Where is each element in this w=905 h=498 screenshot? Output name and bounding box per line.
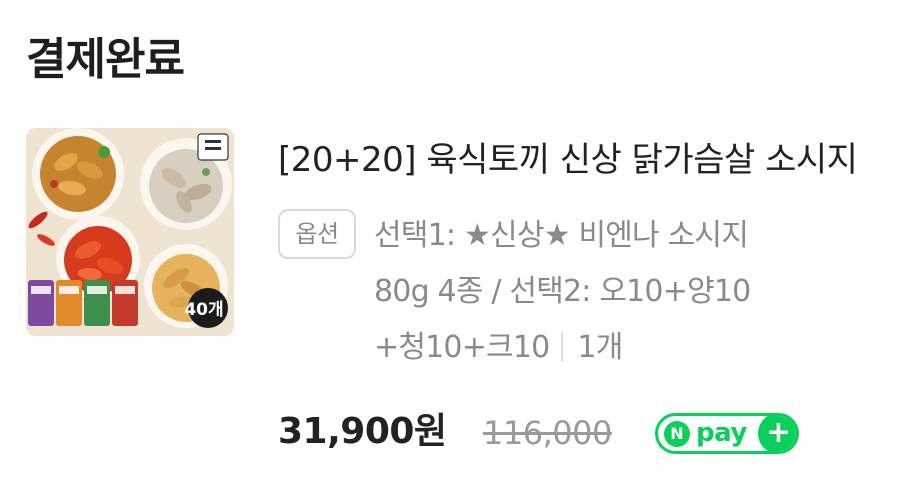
product-image: 40개 bbox=[26, 128, 234, 336]
option-line-3-text: +청10+크10 bbox=[374, 330, 550, 365]
page-title: 결제완료 bbox=[26, 34, 185, 85]
plus-icon: + bbox=[758, 416, 796, 451]
npay-badge: N pay + bbox=[655, 413, 799, 454]
quantity-badge-text: 40개 bbox=[184, 300, 223, 320]
naver-n-icon: N bbox=[664, 421, 690, 447]
quantity: 1개 bbox=[577, 330, 623, 365]
npay-label: pay bbox=[696, 418, 747, 448]
divider bbox=[561, 332, 564, 362]
option-line-1: 선택1: ★신상★ 비엔나 소시지 bbox=[374, 218, 749, 253]
option-line-3: +청10+크10 1개 bbox=[374, 320, 902, 376]
product-thumbnail[interactable]: 40개 bbox=[26, 128, 234, 336]
product-name[interactable]: [20+20] 육식토끼 신상 닭가슴살 소시지 bbox=[278, 132, 898, 188]
option-line-2: 80g 4종 / 선택2: 오10+양10 bbox=[374, 274, 751, 309]
original-price: 116,000 bbox=[483, 414, 612, 452]
option-details: 선택1: ★신상★ 비엔나 소시지 80g 4종 / 선택2: 오10+양10 … bbox=[374, 208, 902, 376]
sale-price: 31,900원 bbox=[278, 411, 447, 452]
option-badge: 옵션 bbox=[278, 209, 356, 259]
